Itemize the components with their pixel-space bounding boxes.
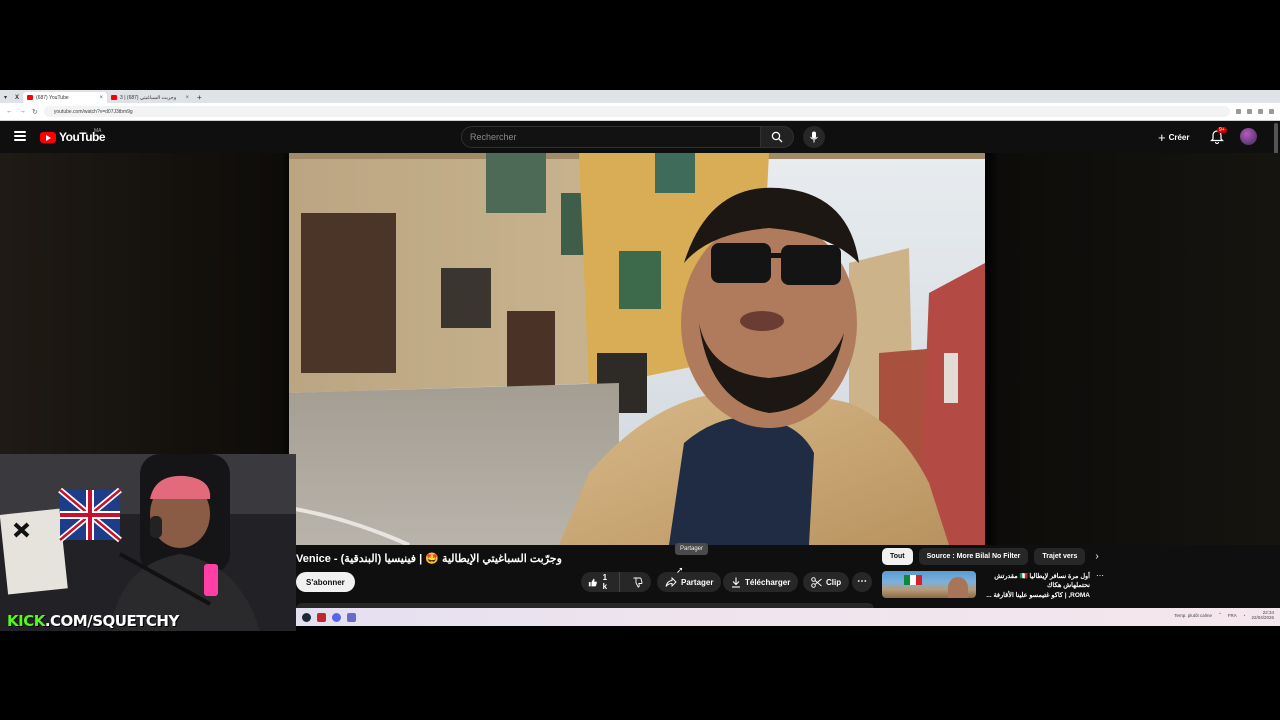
tab-x[interactable]: X	[11, 92, 23, 103]
like-button[interactable]: 1 k	[581, 572, 621, 592]
download-button[interactable]: Télécharger	[723, 572, 799, 592]
subscribe-label: S'abonner	[306, 577, 345, 587]
mouse-cursor-icon: ➚	[676, 565, 684, 575]
forward-icon[interactable]: →	[19, 108, 26, 115]
clock[interactable]: 22:34 22/04/2026	[1251, 610, 1274, 621]
clip-label: Clip	[826, 577, 842, 587]
create-label: Créer	[1168, 132, 1190, 142]
chevron-right-icon[interactable]: ›	[1095, 551, 1098, 562]
extension-icon[interactable]	[1236, 109, 1241, 114]
tab-label: (687) YouTube	[36, 94, 69, 101]
search-placeholder: Rechercher	[470, 132, 517, 142]
url-field[interactable]: youtube.com/watch?v=d07J3tbm9g	[43, 106, 1230, 117]
discord-icon[interactable]	[332, 612, 341, 622]
chip-all[interactable]: Tout	[882, 548, 913, 565]
microphone-icon	[810, 131, 818, 143]
youtube-favicon-icon	[111, 95, 118, 100]
tab-youtube[interactable]: (687) YouTube ×	[23, 92, 108, 103]
youtube-favicon-icon	[27, 95, 34, 100]
search-button[interactable]	[760, 126, 794, 148]
more-horizontal-icon: ⋯	[857, 576, 867, 587]
more-actions-button[interactable]: ⋯	[852, 572, 872, 592]
scissors-icon	[811, 576, 822, 588]
windows-taskbar: Temp. plutôt calme ⌃ FRA ◔ 22:34 22/04/2…	[296, 608, 1280, 626]
chip-route[interactable]: Trajet vers	[1034, 548, 1086, 565]
wifi-icon[interactable]: ◔	[1243, 613, 1246, 618]
video-player[interactable]	[289, 153, 985, 545]
youtube-logo[interactable]: YouTube MA	[40, 128, 106, 144]
recommendation-title-line: ROMA, | كاكو غتيمسو علينا الأقارفة ...	[986, 591, 1090, 599]
region-code: MA	[94, 128, 102, 134]
tab-label: 3 | وجربت السباغيتي (687)	[120, 94, 177, 101]
new-tab-button[interactable]: +	[193, 92, 206, 103]
share-label: Partager	[681, 577, 714, 587]
search-icon	[771, 131, 783, 143]
screen: ▾ X (687) YouTube × 3 | وجربت السباغيتي …	[0, 0, 1280, 720]
recommendation-title-line: أول مرة نسافر لإيطاليا 🇮🇹 مقدرتش نحتملها…	[994, 573, 1090, 590]
create-button[interactable]: + Créer	[1152, 128, 1196, 146]
thumbs-down-icon	[633, 577, 643, 587]
thumbs-up-icon	[588, 578, 597, 586]
recommendation-more-icon[interactable]: ⋯	[1096, 571, 1104, 580]
notifications-button[interactable]: 9+	[1210, 127, 1227, 145]
language-indicator[interactable]: FRA	[1228, 613, 1237, 618]
tab-strip: ▾ X (687) YouTube × 3 | وجربت السباغيتي …	[0, 90, 1280, 103]
share-button[interactable]: Partager	[657, 572, 722, 592]
search-input[interactable]: Rechercher	[461, 126, 761, 148]
video-title: Venice - وجرّبت السباغيتي الإيطالية 🤩 | …	[296, 553, 562, 565]
chip-source[interactable]: Source : More Bilal No Filter	[918, 548, 1029, 565]
kick-channel-text: KICK.COM/SQUETCHY	[7, 612, 179, 630]
clock-date: 22/04/2026	[1251, 615, 1274, 621]
like-count: 1 k	[602, 573, 608, 591]
extension-icon[interactable]	[1258, 109, 1263, 114]
steam-icon[interactable]	[302, 612, 311, 622]
webcam-feed	[0, 454, 296, 631]
reload-icon[interactable]: ↻	[32, 108, 38, 116]
profile-icon[interactable]	[1269, 109, 1274, 114]
x-logo-icon: X	[15, 94, 20, 101]
dislike-button[interactable]	[624, 572, 651, 592]
tab-video[interactable]: 3 | وجربت السباغيتي (687) ×	[107, 92, 193, 103]
notification-badge: 9+	[1217, 127, 1227, 133]
related-chips: Tout Source : More Bilal No Filter Traje…	[882, 548, 1099, 565]
like-dislike-group: 1 k	[581, 572, 651, 592]
plus-icon: +	[1158, 129, 1166, 145]
back-icon[interactable]: ←	[6, 108, 13, 115]
clip-button[interactable]: Clip	[803, 572, 850, 592]
weather-text: Temp. plutôt calme	[1174, 612, 1212, 618]
italy-flag-icon	[904, 575, 922, 585]
youtube-header: YouTube MA Rechercher + Créer 9+	[0, 121, 1280, 153]
address-bar-row: ← → ↻ youtube.com/watch?v=d07J3tbm9g	[0, 103, 1280, 121]
app-icon[interactable]	[317, 612, 326, 622]
app-icon[interactable]	[347, 612, 356, 622]
video-frame	[289, 153, 985, 545]
chevron-up-icon[interactable]: ⌃	[1218, 612, 1222, 618]
recommendation-thumbnail[interactable]	[882, 571, 976, 598]
account-avatar[interactable]	[1240, 128, 1257, 145]
kick-prefix: KICK	[7, 612, 45, 630]
extension-icon[interactable]	[1247, 109, 1252, 114]
recommendation-title[interactable]: أول مرة نسافر لإيطاليا 🇮🇹 مقدرتش نحتملها…	[980, 572, 1090, 600]
voice-search-button[interactable]	[803, 126, 825, 148]
system-tray: Temp. plutôt calme ⌃ FRA ◔ 22:34 22/04/2…	[1174, 610, 1274, 621]
subscribe-button[interactable]: S'abonner	[296, 572, 355, 592]
tab-close-icon[interactable]: ×	[186, 95, 190, 101]
share-tooltip: Partager	[675, 543, 709, 555]
tab-menu[interactable]: ▾	[0, 92, 11, 103]
hamburger-menu-icon[interactable]	[14, 131, 26, 141]
kick-suffix: .COM/SQUETCHY	[44, 612, 180, 630]
download-label: Télécharger	[745, 577, 791, 587]
webcam-overlay: KICK.COM/SQUETCHY	[0, 454, 296, 631]
download-icon	[732, 577, 740, 588]
share-arrow-icon	[665, 577, 677, 587]
youtube-play-icon	[40, 131, 56, 143]
tab-close-icon[interactable]: ×	[100, 95, 104, 101]
url-text: youtube.com/watch?v=d07J3tbm9g	[53, 108, 133, 115]
